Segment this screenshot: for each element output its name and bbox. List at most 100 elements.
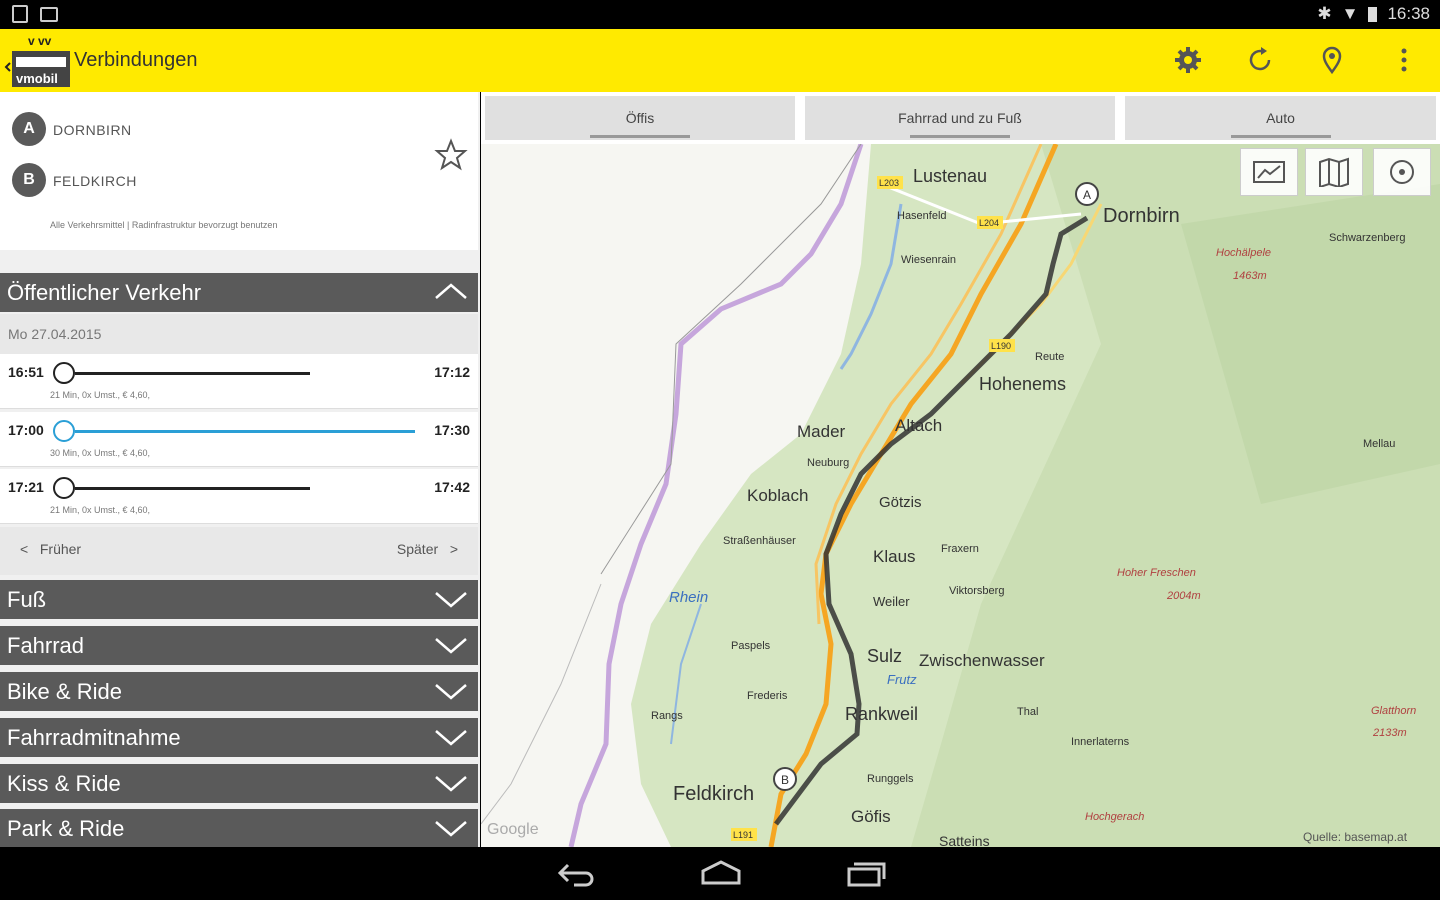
overflow-menu-button[interactable] <box>1387 43 1421 77</box>
svg-text:B: B <box>781 773 789 787</box>
recents-button[interactable] <box>846 859 886 887</box>
arrival-time: 17:12 <box>434 364 470 380</box>
wifi-icon: ▼ <box>1341 4 1359 23</box>
trip-info: 30 Min, 0x Umst., € 4,60, <box>50 448 151 458</box>
departure-time: 17:21 <box>8 479 44 495</box>
svg-text:A: A <box>1083 188 1091 202</box>
map-place-label: Mader <box>797 422 846 441</box>
section-label: Bike & Ride <box>7 679 122 704</box>
app-bar: v vv vmobil Verbindungen <box>0 29 1440 92</box>
road-label: L190 <box>991 341 1011 351</box>
map-place-label: Lustenau <box>913 166 987 186</box>
arrival-time: 17:30 <box>434 422 470 438</box>
overflow-menu-icon <box>1401 48 1407 72</box>
connection-row[interactable]: 17:21 17:42 21 Min, 0x Umst., € 4,60, <box>0 469 478 524</box>
map-place-label: Neuburg <box>807 457 849 469</box>
route-options-note[interactable]: Alle Verkehrsmittel | Radinfrastruktur b… <box>50 220 277 230</box>
back-button[interactable] <box>556 859 596 887</box>
tab-bike-foot[interactable]: Fahrrad und zu Fuß <box>805 96 1115 140</box>
map-place-label: Wiesenrain <box>901 254 956 266</box>
section-label: Fahrradmitnahme <box>7 725 181 750</box>
section-bike-ride[interactable]: Bike & Ride <box>0 672 478 711</box>
later-button[interactable]: Später > <box>397 541 458 557</box>
s-bahn-icon <box>53 420 75 442</box>
map-view-button[interactable] <box>1305 148 1363 196</box>
section-label: Kiss & Ride <box>7 771 121 796</box>
map-place-label: Sulz <box>867 646 902 666</box>
section-label: Park & Ride <box>7 816 125 841</box>
map-place-label: Klaus <box>873 547 916 566</box>
chevron-down-icon <box>435 821 467 837</box>
map-attribution: Quelle: basemap.at <box>1303 830 1408 844</box>
app-logo[interactable]: v vv vmobil <box>4 33 70 89</box>
departure-time: 16:51 <box>8 364 44 380</box>
favorite-star-icon[interactable] <box>434 138 468 172</box>
map-place-label: 2004m <box>1166 590 1201 602</box>
pager: < Früher Später > <box>0 527 478 575</box>
connection-row[interactable]: 17:00 17:30 30 Min, 0x Umst., € 4,60, <box>0 412 478 467</box>
map-place-label: Schwarzenberg <box>1329 232 1405 244</box>
chevron-down-icon <box>435 684 467 700</box>
chevron-left-icon: < <box>20 541 29 557</box>
refresh-button[interactable] <box>1243 43 1277 77</box>
location-button[interactable] <box>1315 43 1349 77</box>
train-icon <box>53 362 75 384</box>
map-place-label: Hoher Freschen <box>1117 567 1196 579</box>
map-place-label: Thal <box>1017 706 1038 718</box>
arrival-time: 17:42 <box>434 479 470 495</box>
section-public-transport[interactable]: Öffentlicher Verkehr <box>0 273 478 312</box>
section-bike-take[interactable]: Fahrradmitnahme <box>0 718 478 757</box>
section-label: Fahrrad <box>7 633 85 658</box>
notification-icon <box>12 5 28 23</box>
map-place-label: Koblach <box>747 486 808 505</box>
gear-icon <box>1175 47 1201 73</box>
map-place-label: Zwischenwasser <box>919 651 1045 670</box>
tab-auto[interactable]: Auto <box>1125 96 1436 140</box>
map-place-label: Göfis <box>851 807 891 826</box>
destination-field[interactable]: FELDKIRCH <box>53 173 137 189</box>
tab-oeffis[interactable]: Öffis <box>485 96 795 140</box>
chevron-down-icon <box>435 730 467 746</box>
connection-row[interactable]: 16:51 17:12 21 Min, 0x Umst., € 4,60, <box>0 354 478 409</box>
road-label: L204 <box>979 218 999 228</box>
settings-button[interactable] <box>1171 43 1205 77</box>
trip-bar <box>75 372 310 375</box>
departure-time: 17:00 <box>8 422 44 438</box>
map-place-label: Götzis <box>879 494 922 511</box>
map-place-label: Feldkirch <box>673 783 754 805</box>
satellite-view-icon <box>1253 161 1285 183</box>
map-place-label: Rhein <box>669 589 708 606</box>
map-place-label: Paspels <box>731 640 771 652</box>
connections-panel: A DORNBIRN B FELDKIRCH Alle Verkehrsmitt… <box>0 92 480 847</box>
my-location-icon <box>1390 160 1414 184</box>
earlier-button[interactable]: < Früher <box>20 541 81 557</box>
map-place-label: Weiler <box>873 594 910 609</box>
tab-label: Auto <box>1266 110 1295 126</box>
earlier-label: Früher <box>39 541 82 557</box>
my-location-button[interactable] <box>1373 148 1431 196</box>
map[interactable]: A B L203 L204 L190 L191 Lustenau Dornbir… <box>481 144 1440 847</box>
section-kiss-ride[interactable]: Kiss & Ride <box>0 764 478 803</box>
trip-info: 21 Min, 0x Umst., € 4,60, <box>50 505 151 515</box>
section-label: Fuß <box>7 587 47 612</box>
map-place-label: Runggels <box>867 773 914 785</box>
origin-field[interactable]: DORNBIRN <box>53 122 132 138</box>
map-place-label: Hasenfeld <box>897 210 947 222</box>
status-bar: ✱ ▼ 16:38 <box>0 0 1440 29</box>
map-place-label: Satteins <box>939 833 990 847</box>
section-foot[interactable]: Fuß <box>0 580 478 619</box>
logo-text: vmobil <box>16 71 58 86</box>
map-place-label: Hochälpele <box>1216 247 1271 259</box>
map-place-label: Innerlaterns <box>1071 736 1130 748</box>
section-park-ride[interactable]: Park & Ride <box>0 809 478 847</box>
origin-map-marker[interactable]: A <box>1075 182 1099 206</box>
satellite-view-button[interactable] <box>1240 148 1298 196</box>
mode-tabs: Öffis Fahrrad und zu Fuß Auto <box>481 92 1440 144</box>
chevron-down-icon <box>435 638 467 654</box>
home-button[interactable] <box>700 859 742 887</box>
trip-bar <box>75 487 310 490</box>
destination-map-marker[interactable]: B <box>773 767 797 791</box>
map-view-icon <box>1319 157 1349 187</box>
page-title: Verbindungen <box>74 49 198 71</box>
section-bike[interactable]: Fahrrad <box>0 626 478 665</box>
